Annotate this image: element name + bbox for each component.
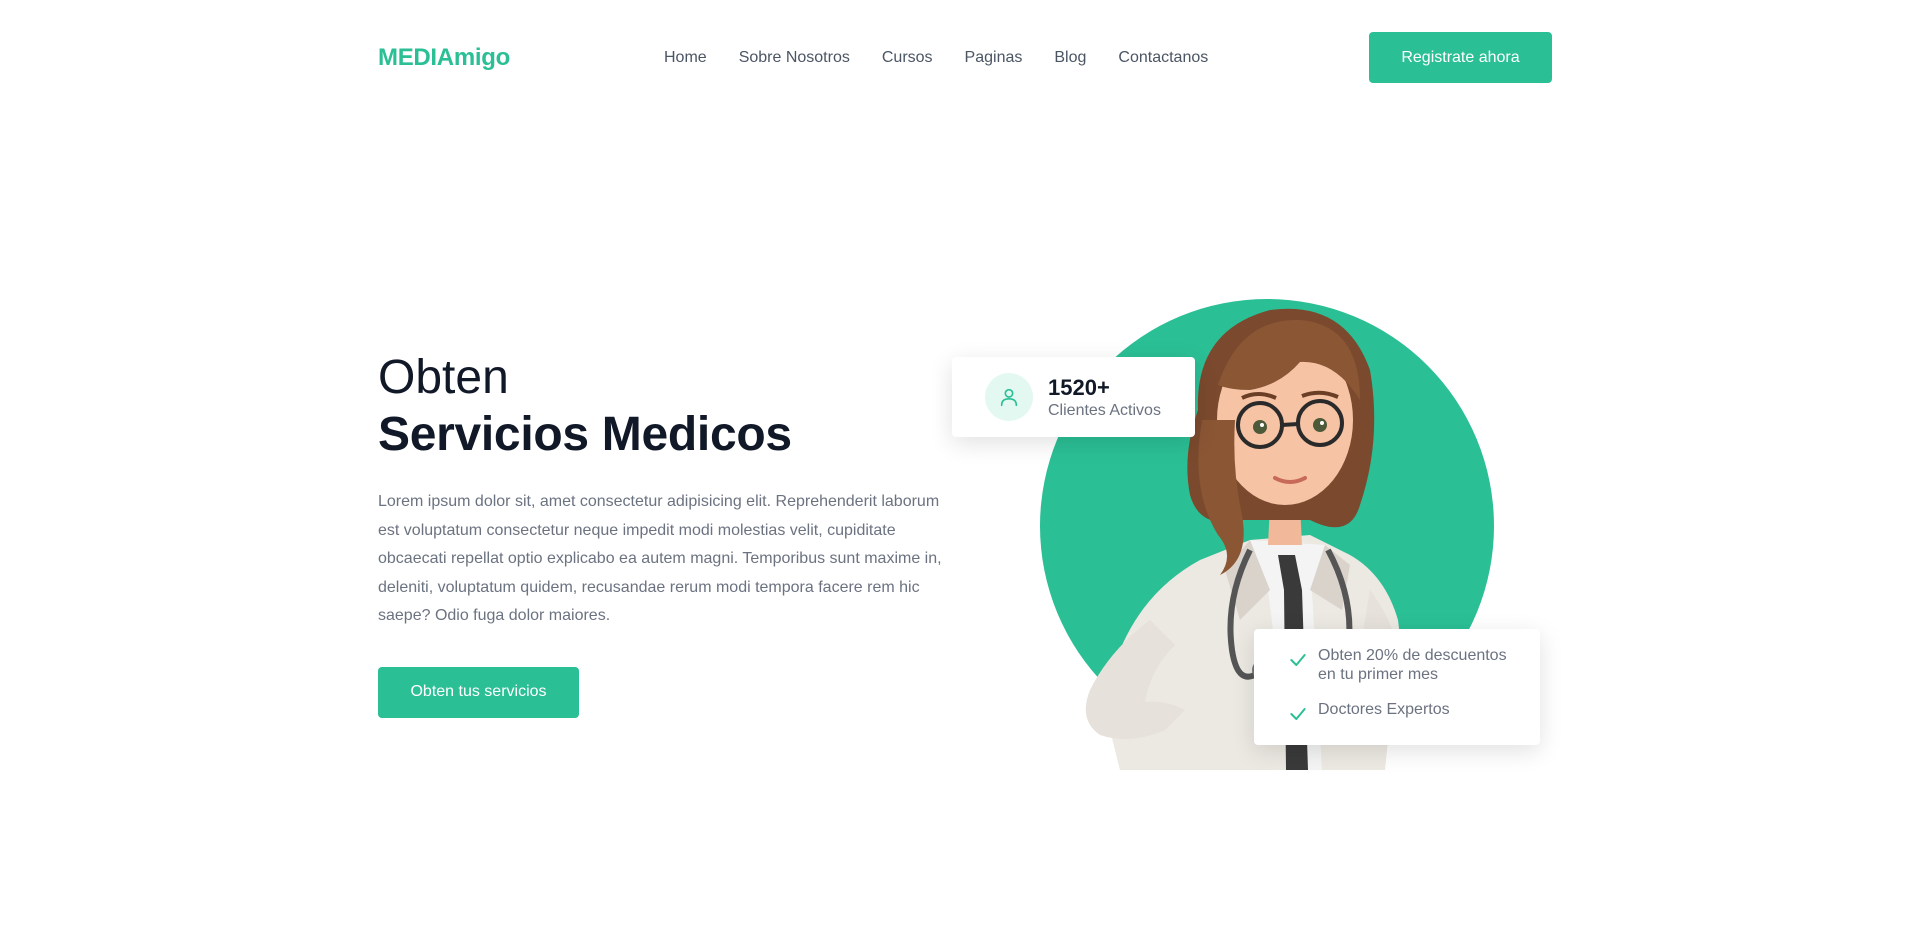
nav-link-home[interactable]: Home — [664, 49, 707, 67]
logo[interactable]: MEDIAmigo — [378, 44, 510, 72]
active-clients-card: 1520+ Clientes Activos — [952, 357, 1195, 437]
feature-item: Obten 20% de descuentos en tu primer mes — [1288, 646, 1518, 684]
features-card: Obten 20% de descuentos en tu primer mes… — [1254, 629, 1540, 745]
clients-label: Clientes Activos — [1048, 402, 1161, 419]
hero-section: Obten Servicios Medicos Lorem ipsum dolo… — [378, 350, 968, 718]
feature-discount-text: Obten 20% de descuentos en tu primer mes — [1318, 647, 1507, 683]
nav-link-contactanos[interactable]: Contactanos — [1118, 49, 1208, 67]
navbar: MEDIAmigo Home Sobre Nosotros Cursos Pag… — [378, 32, 1552, 83]
nav-link-sobre-nosotros[interactable]: Sobre Nosotros — [739, 49, 850, 67]
nav-link-cursos[interactable]: Cursos — [882, 49, 933, 67]
nav-link-blog[interactable]: Blog — [1054, 49, 1086, 67]
hero-title-line2: Servicios Medicos — [378, 408, 792, 461]
feature-item: Doctores Expertos — [1288, 700, 1518, 724]
get-services-button[interactable]: Obten tus servicios — [378, 666, 579, 718]
check-icon — [1290, 654, 1306, 666]
user-icon — [985, 373, 1033, 421]
hero-description: Lorem ipsum dolor sit, amet consectetur … — [378, 493, 942, 624]
nav-links: Home Sobre Nosotros Cursos Paginas Blog … — [664, 49, 1208, 67]
check-icon — [1290, 708, 1306, 720]
hero-title-line1: Obten — [378, 351, 509, 404]
feature-experts-text: Doctores Expertos — [1318, 701, 1450, 718]
nav-link-paginas[interactable]: Paginas — [965, 49, 1023, 67]
clients-count: 1520+ — [1048, 375, 1110, 400]
register-button[interactable]: Registrate ahora — [1369, 32, 1552, 83]
